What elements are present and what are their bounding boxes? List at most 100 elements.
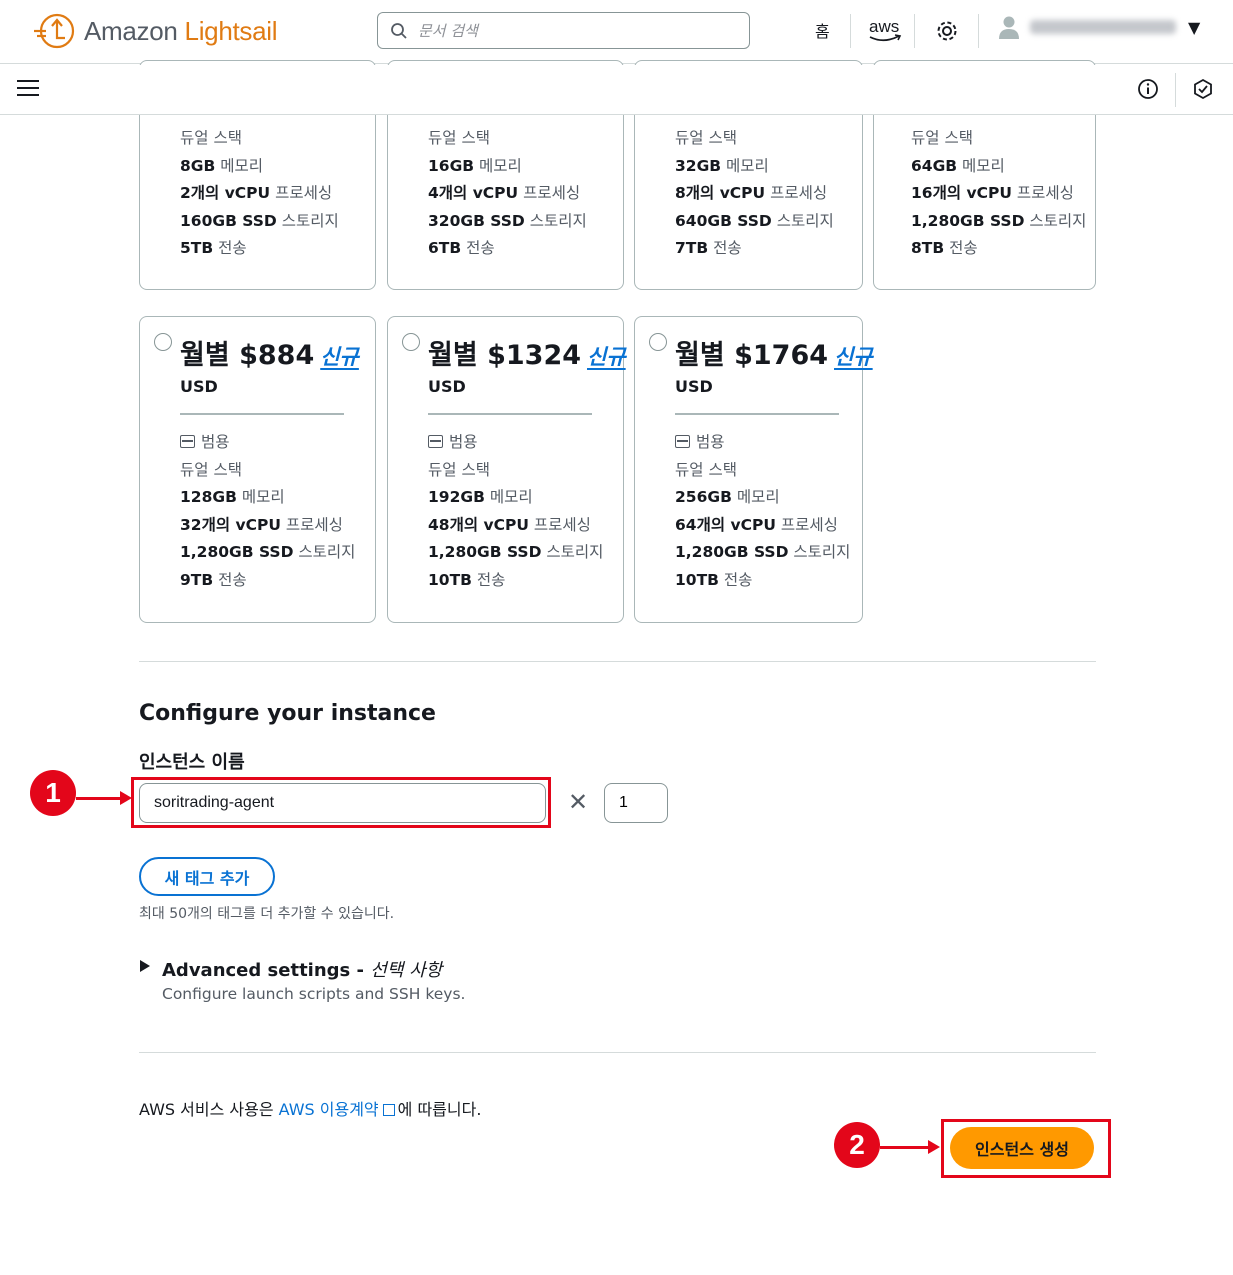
spec-vcpu: 64개의 vCPU 프로세싱 xyxy=(675,515,838,534)
spec-vcpu: 8개의 vCPU 프로세싱 xyxy=(675,184,828,202)
spec-category: 듀얼 스택 xyxy=(180,129,242,147)
spec-storage: 1,280GB SSD 스토리지 xyxy=(675,543,851,561)
plan-radio[interactable] xyxy=(402,333,420,351)
spec-category: 듀얼 스택 xyxy=(180,460,242,479)
home-link[interactable]: 홈 xyxy=(815,18,830,42)
instance-quantity-input[interactable] xyxy=(604,783,668,823)
spec-transfer: 10TB 전송 xyxy=(428,570,506,589)
spec-memory: 256GB 메모리 xyxy=(675,488,780,506)
section-title: Configure your instance xyxy=(139,701,436,726)
server-icon xyxy=(675,435,690,448)
step-badge-1: 1 xyxy=(30,770,76,816)
spec-storage: 1,280GB SSD 스토리지 xyxy=(180,543,356,561)
terms-notice: AWS 서비스 사용은 AWS 이용계약 에 따릅니다. xyxy=(139,1100,482,1119)
spec-category: 듀얼 스택 xyxy=(675,129,737,147)
annotation-arrow-2 xyxy=(880,1140,940,1154)
spec-vcpu: 16개의 vCPU 프로세싱 xyxy=(911,184,1074,202)
spec-memory: 128GB 메모리 xyxy=(180,488,285,506)
add-tag-button[interactable]: 새 태그 추가 xyxy=(139,857,275,896)
user-avatar-icon xyxy=(999,16,1019,39)
spec-vcpu: 4개의 vCPU 프로세싱 xyxy=(428,184,581,202)
card-divider xyxy=(675,413,839,415)
plan-price: 월별 $884 신규 xyxy=(180,340,359,371)
plan-specs: 듀얼 스택 64GB 메모리 16개의 vCPU 프로세싱 1,280GB SS… xyxy=(911,125,1086,263)
menu-hamburger-icon[interactable] xyxy=(17,80,39,100)
tag-hint: 최대 50개의 태그를 더 추가할 수 있습니다. xyxy=(139,906,395,922)
secondary-toolbar xyxy=(0,65,1233,115)
aws-agreement-link[interactable]: AWS 이용계약 xyxy=(279,1100,379,1119)
account-name-redacted xyxy=(1030,20,1176,34)
section-divider xyxy=(139,661,1096,662)
spec-type: 범용 xyxy=(428,429,603,457)
plan-card-1324[interactable]: 월별 $1324 신규 USD 범용 듀얼 스택 192GB 메모리 48개의 v… xyxy=(387,316,626,623)
plan-specs: 듀얼 스택 32GB 메모리 8개의 vCPU 프로세싱 640GB SSD 스… xyxy=(675,125,834,263)
logo-text-amazon: Amazon xyxy=(84,15,178,46)
aws-icon[interactable]: aws xyxy=(866,14,904,46)
spec-memory: 192GB 메모리 xyxy=(428,488,533,506)
new-badge: 신규 xyxy=(320,345,359,369)
section-divider xyxy=(139,1052,1096,1053)
spec-storage: 320GB SSD 스토리지 xyxy=(428,211,587,230)
plan-currency: USD xyxy=(180,377,218,396)
spec-vcpu: 48개의 vCPU 프로세싱 xyxy=(428,515,591,534)
spec-transfer: 7TB 전송 xyxy=(675,239,742,257)
plan-specs: 범용 듀얼 스택 256GB 메모리 64개의 vCPU 프로세싱 1,280G… xyxy=(675,429,850,594)
spec-vcpu: 32개의 vCPU 프로세싱 xyxy=(180,515,343,534)
spec-vcpu: 2개의 vCPU 프로세싱 xyxy=(180,184,333,202)
spec-transfer: 6TB 전송 xyxy=(428,239,495,257)
spec-transfer: 5TB 전송 xyxy=(180,239,247,257)
advanced-settings-toggle[interactable]: Advanced settings - 선택 사항 xyxy=(162,956,442,982)
new-badge: 신규 xyxy=(587,345,626,369)
plan-specs: 범용 듀얼 스택 128GB 메모리 32개의 vCPU 프로세싱 1,280G… xyxy=(180,429,355,594)
spec-category: 듀얼 스택 xyxy=(911,129,973,147)
spec-storage: 160GB SSD 스토리지 xyxy=(180,211,339,230)
divider xyxy=(1175,73,1176,107)
divider xyxy=(914,14,915,48)
multiply-icon: ✕ xyxy=(568,788,589,816)
annotation-arrow-1 xyxy=(76,791,132,805)
new-badge: 신규 xyxy=(834,345,873,369)
spec-category: 듀얼 스택 xyxy=(428,129,490,147)
plan-card-884[interactable]: 월별 $884 신규 USD 범용 듀얼 스택 128GB 메모리 32개의 vC… xyxy=(139,316,376,623)
hexagon-help-icon[interactable] xyxy=(1192,78,1214,100)
plan-radio[interactable] xyxy=(154,333,172,351)
expand-caret-icon[interactable] xyxy=(140,960,150,972)
search-placeholder: 문서 검색 xyxy=(418,22,478,40)
server-icon xyxy=(180,435,195,448)
spec-memory: 16GB 메모리 xyxy=(428,156,522,175)
card-divider xyxy=(428,413,592,415)
plan-price: 월별 $1764 신규 xyxy=(675,340,873,371)
lightsail-logo[interactable]: Amazon Lightsail xyxy=(32,10,278,52)
spec-transfer: 10TB 전송 xyxy=(675,570,753,589)
plan-currency: USD xyxy=(428,377,466,396)
settings-gear-icon[interactable] xyxy=(934,18,960,44)
info-icon[interactable] xyxy=(1137,78,1159,100)
divider xyxy=(850,14,851,48)
server-icon xyxy=(428,435,443,448)
highlight-box-1 xyxy=(131,777,551,828)
spec-transfer: 8TB 전송 xyxy=(911,239,978,257)
instance-name-label: 인스턴스 이름 xyxy=(139,752,245,773)
spec-storage: 1,280GB SSD 스토리지 xyxy=(911,211,1087,230)
plan-card-1764[interactable]: 월별 $1764 신규 USD 범용 듀얼 스택 256GB 메모리 64개의 v… xyxy=(634,316,873,623)
plan-radio[interactable] xyxy=(649,333,667,351)
spec-type: 범용 xyxy=(675,429,850,457)
account-menu[interactable]: ▼ xyxy=(998,14,1200,40)
spec-category: 듀얼 스택 xyxy=(675,460,737,479)
spec-type: 범용 xyxy=(180,429,355,457)
doc-search-input[interactable]: 문서 검색 xyxy=(377,12,750,49)
optional-label: 선택 사항 xyxy=(370,960,443,981)
card-divider xyxy=(180,413,344,415)
spec-memory: 64GB 메모리 xyxy=(911,156,1005,175)
caret-down-icon: ▼ xyxy=(1188,17,1201,37)
spec-category: 듀얼 스택 xyxy=(428,460,490,479)
external-link-icon xyxy=(382,1104,395,1116)
plan-currency: USD xyxy=(675,377,713,396)
search-icon xyxy=(391,22,407,39)
lightsail-logo-icon xyxy=(34,13,75,49)
plan-specs: 범용 듀얼 스택 192GB 메모리 48개의 vCPU 프로세싱 1,280G… xyxy=(428,429,603,594)
spec-memory: 32GB 메모리 xyxy=(675,156,769,175)
plan-specs: 듀얼 스택 16GB 메모리 4개의 vCPU 프로세싱 320GB SSD 스… xyxy=(428,125,587,263)
spec-transfer: 9TB 전송 xyxy=(180,570,247,589)
divider xyxy=(978,14,979,48)
